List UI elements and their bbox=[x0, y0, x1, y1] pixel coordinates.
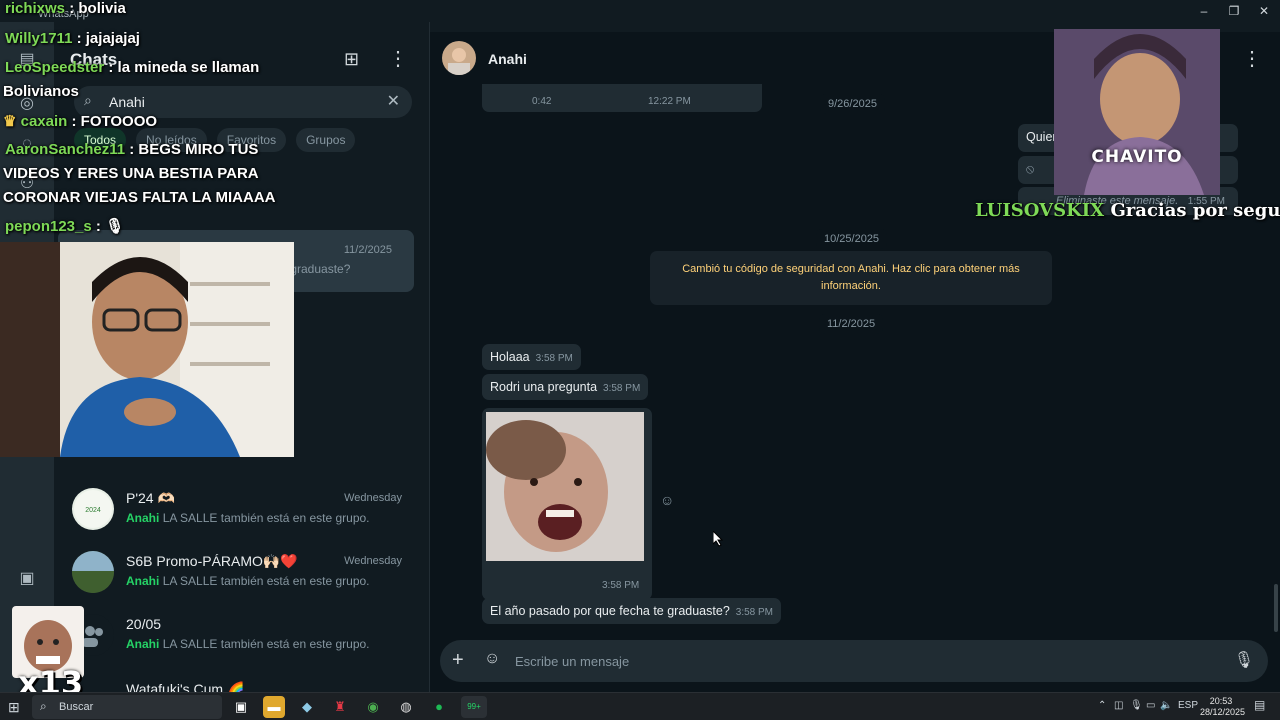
chat-item-preview: Anahi LA SALLE también está en este grup… bbox=[126, 511, 370, 525]
title-bar: WhatsApp – ❐ ✕ bbox=[0, 0, 1280, 22]
notification-icon[interactable]: ▤ bbox=[1254, 698, 1265, 712]
media-icon[interactable]: ▣ bbox=[15, 567, 39, 591]
audio-message[interactable]: 0:42 12:22 PM bbox=[482, 84, 762, 112]
sticker-icon[interactable]: ☺ bbox=[484, 650, 500, 668]
chat-item-time: 11/2/2025 bbox=[343, 244, 392, 256]
tray-chevron-icon[interactable]: ⌃ bbox=[1098, 700, 1106, 711]
file-explorer-icon[interactable]: ▬ bbox=[263, 696, 285, 718]
audio-duration: 0:42 bbox=[532, 96, 552, 107]
incoming-message[interactable]: Rodri una pregunta 3:58 PM bbox=[482, 374, 649, 400]
chat-item-s6b[interactable]: S6B Promo-PÁRAMO🙌🏻❤️ Wednesday Anahi LA … bbox=[54, 543, 424, 605]
clock[interactable]: 20:53 28/12/2025 bbox=[1200, 696, 1245, 718]
audio-time: 12:22 PM bbox=[648, 96, 691, 107]
search-value[interactable]: Anahi bbox=[109, 94, 145, 110]
search-icon: ⌕ bbox=[40, 699, 47, 713]
contact-name[interactable]: Anahi bbox=[488, 51, 527, 67]
minimize-button[interactable]: – bbox=[1190, 2, 1218, 20]
overlay-chat-line: richixws : bolivia bbox=[5, 0, 126, 17]
contact-avatar[interactable] bbox=[442, 41, 476, 75]
clear-search-icon[interactable]: ✕ bbox=[387, 91, 400, 111]
app-icon[interactable]: ♜ bbox=[329, 696, 351, 718]
chat-item-time: Wednesday bbox=[344, 555, 402, 567]
date-divider: 11/2/2025 bbox=[819, 314, 884, 334]
guest-label: CHAVITO bbox=[1091, 147, 1183, 167]
react-emoji-icon[interactable]: ☺ bbox=[660, 492, 674, 508]
blocked-icon: ⦸ bbox=[1026, 162, 1035, 176]
incoming-message[interactable]: El año pasado por que fecha te graduaste… bbox=[482, 598, 782, 624]
tray-icon[interactable]: ◫ bbox=[1114, 700, 1123, 711]
overlay-chat-line: CORONAR VIEJAS FALTA LA MIAAAA bbox=[3, 189, 276, 206]
security-code-notice[interactable]: Cambió tu código de seguridad con Anahi.… bbox=[650, 251, 1052, 305]
attach-plus-icon[interactable]: + bbox=[452, 649, 464, 672]
chat-item-watafuki[interactable]: Watafuki's Cum 🌈 bbox=[54, 669, 424, 692]
new-chat-icon[interactable]: ⊞ bbox=[344, 49, 359, 70]
overlay-chat-line: Willy1711 : jajajajaj bbox=[5, 30, 140, 47]
follow-alert: LUISOVSKIX Gracias por seguirme bbox=[975, 200, 1280, 221]
photo[interactable] bbox=[486, 412, 644, 561]
overlay-chat-line: LeoSpeedster : la mineda se llaman bbox=[5, 59, 260, 76]
menu-icon[interactable]: ⋮ bbox=[388, 46, 408, 71]
chat-item-preview: Anahi LA SALLE también está en este grup… bbox=[126, 637, 370, 651]
language-indicator[interactable]: ESP bbox=[1178, 700, 1198, 711]
whatsapp-taskbar-icon[interactable]: 99+ bbox=[461, 696, 487, 718]
maximize-button[interactable]: ❐ bbox=[1220, 2, 1248, 20]
windows-start-icon[interactable]: ⊞ bbox=[8, 699, 20, 716]
app-icon[interactable]: ◆ bbox=[296, 696, 318, 718]
conversation-menu-icon[interactable]: ⋮ bbox=[1242, 46, 1262, 71]
image-time: 3:58 PM bbox=[602, 580, 640, 591]
chat-item-name: 20/05 bbox=[126, 616, 162, 632]
chat-item-preview: Anahi LA SALLE también está en este grup… bbox=[126, 574, 370, 588]
avatar: 2024 bbox=[72, 488, 114, 530]
date-divider: 10/25/2025 bbox=[816, 229, 888, 249]
taskbar-search-label: Buscar bbox=[59, 701, 94, 713]
message-composer: + ☺ Escribe un mensaje 🎙 bbox=[440, 640, 1268, 682]
chat-item-name: S6B Promo-PÁRAMO🙌🏻❤️ bbox=[126, 553, 298, 569]
chrome-icon[interactable]: ◉ bbox=[362, 696, 384, 718]
filter-grupos[interactable]: Grupos bbox=[296, 128, 356, 152]
overlay-chat-line: pepon123_s : 🎙 bbox=[5, 218, 125, 235]
overlay-chat-line: ♛ caxain : FOTOOOO bbox=[3, 113, 158, 130]
chat-item-p24[interactable]: 2024 P'24 🫶🏻 Wednesday Anahi LA SALLE ta… bbox=[54, 480, 424, 542]
chat-item-2005[interactable]: 20/05 Anahi LA SALLE también está en est… bbox=[54, 606, 424, 668]
mic-tray-icon[interactable]: 🎙 bbox=[1130, 700, 1143, 711]
overlay-chat-line: AaronSanchez11 : BEGS MIRO TUS bbox=[5, 141, 259, 158]
taskbar: ⊞ ⌕ Buscar ▣ ▬ ◆ ♜ ◉ ◍ ● 99+ ⌃ ◫ 🎙 ▭ 🔈 E… bbox=[0, 692, 1280, 720]
chat-item-name: P'24 🫶🏻 bbox=[126, 490, 175, 506]
image-message[interactable]: 3:58 PM bbox=[482, 408, 652, 600]
microphone-icon[interactable]: 🎙 bbox=[1234, 650, 1254, 670]
svg-text:2024: 2024 bbox=[85, 507, 101, 514]
guest-webcam: CHAVITO bbox=[1054, 29, 1220, 195]
obs-icon[interactable]: ◍ bbox=[395, 696, 417, 718]
close-button[interactable]: ✕ bbox=[1250, 2, 1278, 20]
streamer-webcam bbox=[0, 242, 294, 457]
overlay-chat-line: Bolivianos bbox=[3, 83, 79, 100]
task-view-icon[interactable]: ▣ bbox=[230, 696, 252, 718]
avatar bbox=[72, 551, 114, 593]
taskbar-search[interactable]: ⌕ Buscar bbox=[32, 695, 222, 719]
spotify-icon[interactable]: ● bbox=[428, 696, 450, 718]
search-icon: ⌕ bbox=[84, 92, 92, 108]
network-icon[interactable]: ▭ bbox=[1146, 700, 1155, 711]
conversation-scrollbar[interactable] bbox=[1274, 584, 1278, 632]
overlay-chat-line: VIDEOS Y ERES UNA BESTIA PARA bbox=[3, 165, 259, 182]
chat-item-name: Watafuki's Cum 🌈 bbox=[126, 681, 245, 692]
combo-sticker: x13 bbox=[12, 606, 84, 702]
incoming-message[interactable]: Holaaa 3:58 PM bbox=[482, 344, 581, 370]
message-input[interactable]: Escribe un mensaje bbox=[515, 654, 629, 669]
volume-icon[interactable]: 🔈 bbox=[1160, 700, 1172, 711]
chat-item-time: Wednesday bbox=[344, 492, 402, 504]
date-divider: 9/26/2025 bbox=[820, 94, 885, 114]
crown-icon: ♛ bbox=[3, 113, 17, 130]
